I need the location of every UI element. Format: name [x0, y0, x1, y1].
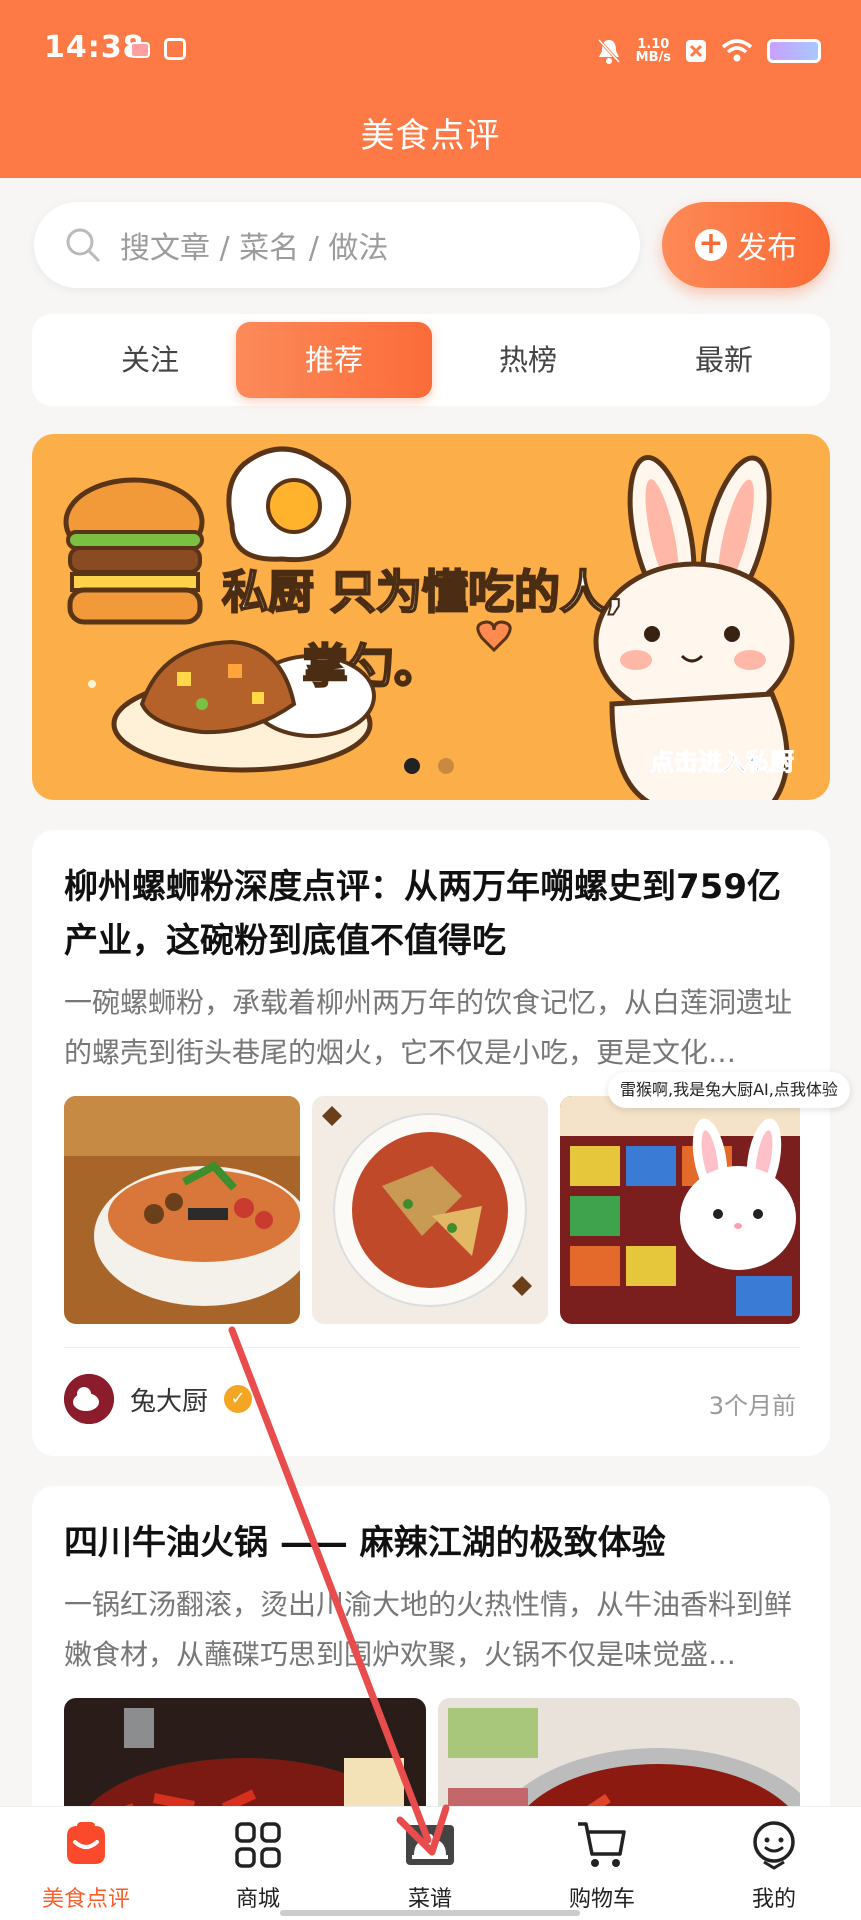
tab-latest[interactable]: 最新 — [626, 322, 822, 398]
x-box-icon — [686, 40, 706, 62]
plus-icon: + — [695, 229, 727, 261]
tab-hot[interactable]: 热榜 — [430, 322, 626, 398]
publish-button[interactable]: + 发布 — [662, 202, 830, 288]
article-author[interactable]: 兔大厨 ✓ — [64, 1374, 253, 1424]
promo-banner[interactable]: 私厨 只为懂吃的人, 掌勺。 点击进入私厨 — [32, 434, 830, 800]
article-title[interactable]: 四川牛油火锅 —— 麻辣江湖的极致体验 — [64, 1516, 790, 1570]
article-title[interactable]: 柳州螺蛳粉深度点评：从两万年嗍螺史到759亿产业，这碗粉到底值不值得吃 — [64, 860, 790, 968]
tabbar-label: 美食点评 — [41, 1887, 130, 1912]
profile-icon — [753, 1821, 795, 1870]
search-input[interactable]: 搜文章 / 菜名 / 做法 — [34, 202, 640, 288]
burger-illustration — [63, 477, 205, 625]
tabbar-item-me[interactable]: 我的 — [714, 1815, 834, 1913]
carousel-dot — [438, 758, 454, 774]
tabbar-item-recipes[interactable]: 菜谱 — [370, 1815, 490, 1913]
article-desc: 一锅红汤翻滚，烫出川渝大地的火热性情，从牛油香料到鲜嫩食材，从蘸碟巧思到围炉欢聚… — [64, 1588, 793, 1671]
home-indicator — [280, 1910, 580, 1916]
article-time: 3个月前 — [708, 1392, 796, 1420]
carousel-indicator — [404, 758, 454, 774]
page-title: 美食点评 — [360, 116, 501, 156]
publish-label: 发布 — [737, 231, 797, 266]
article-image[interactable] — [312, 1096, 548, 1324]
app-header: 14:38 1.10 MB/s 美食点评 — [0, 0, 861, 178]
article-image[interactable] — [64, 1096, 300, 1324]
banner-cta[interactable]: 点击进入私厨 — [650, 742, 795, 777]
tabbar-item-reviews[interactable]: 美食点评 — [26, 1815, 146, 1913]
tab-follow[interactable]: 关注 — [52, 322, 248, 398]
assistant-bunny-icon[interactable] — [668, 1118, 808, 1278]
mute-bell-icon — [597, 38, 620, 64]
calendar-icon — [164, 38, 186, 60]
feed-tabs: 关注 推荐 热榜 最新 — [32, 314, 830, 406]
tabbar-item-mall[interactable]: 商城 — [198, 1815, 318, 1913]
verified-icon: ✓ — [224, 1385, 253, 1413]
search-placeholder: 搜文章 / 菜名 / 做法 — [120, 231, 389, 266]
recipe-cloche-icon — [406, 1825, 454, 1865]
status-bar: 14:38 1.10 MB/s — [0, 0, 861, 100]
author-name: 兔大厨 — [130, 1386, 209, 1417]
notification-icon — [130, 42, 150, 58]
egg-illustration — [226, 446, 352, 563]
tabbar-label: 我的 — [751, 1887, 796, 1912]
banner-slogan-line1: 私厨 只为懂吃的人, — [221, 564, 624, 620]
tab-recommend[interactable]: 推荐 — [236, 322, 432, 398]
shopping-cart-icon — [578, 1822, 626, 1867]
assistant-tooltip[interactable]: 雷猴啊,我是兔大厨AI,点我体验 — [608, 1072, 850, 1108]
tabbar-label: 菜谱 — [407, 1887, 452, 1912]
carousel-dot — [404, 758, 420, 774]
tabbar-label: 购物车 — [568, 1887, 635, 1912]
avatar — [64, 1374, 114, 1424]
tabbar-item-cart[interactable]: 购物车 — [542, 1815, 662, 1913]
network-speed: 1.10 MB/s — [636, 38, 671, 64]
reviews-icon — [67, 1822, 105, 1864]
battery-icon — [767, 39, 821, 63]
tabbar-label: 商城 — [235, 1887, 280, 1912]
banner-slogan-line2: 掌勺。 — [301, 638, 441, 694]
search-icon — [66, 228, 101, 263]
card-divider — [64, 1347, 800, 1348]
grid-icon — [235, 1822, 281, 1868]
speed-unit: MB/s — [635, 50, 671, 65]
article-desc: 一碗螺蛳粉，承载着柳州两万年的饮食记忆，从白莲洞遗址的螺壳到街头巷尾的烟火，它不… — [64, 986, 793, 1069]
bottom-tab-bar: 美食点评 商城 菜谱 购物车 我的 — [0, 1806, 861, 1920]
wifi-icon — [721, 39, 753, 62]
